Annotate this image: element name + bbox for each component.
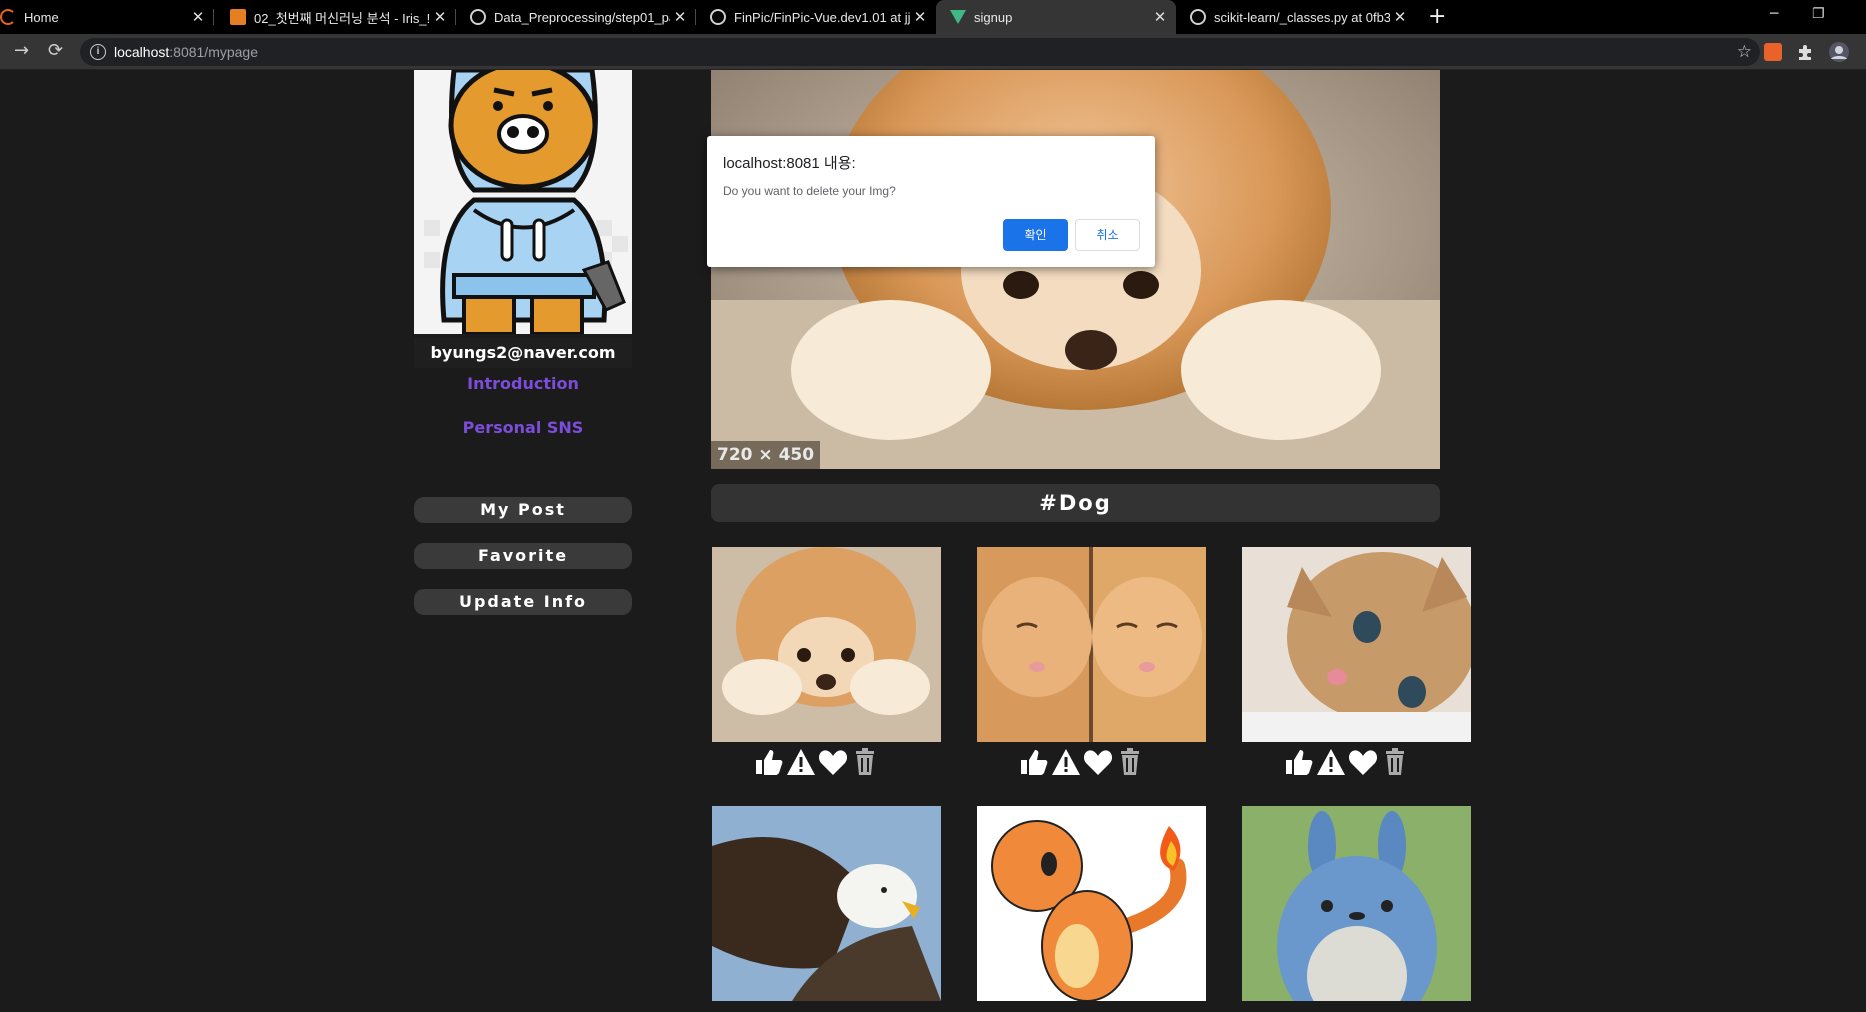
- mypage: byungs2@naver.com Introduction Personal …: [0, 70, 1866, 1012]
- category-tag: #Dog: [711, 484, 1440, 522]
- new-tab-button[interactable]: +: [1428, 4, 1446, 29]
- bookmark-star-icon[interactable]: ☆: [1737, 42, 1752, 62]
- tab-home[interactable]: Home ✕: [0, 0, 214, 34]
- confirm-dialog: localhost:8081 내용: Do you want to delete…: [707, 136, 1155, 267]
- dialog-cancel-button[interactable]: 취소: [1075, 219, 1140, 251]
- vue-icon: [950, 10, 966, 24]
- book-icon: [230, 9, 246, 25]
- tab-bar: Home ✕ 02_첫번째 머신러닝 분석 - Iris_! ✕ Data_Pr…: [0, 0, 1866, 34]
- profile-avatar-icon[interactable]: [1828, 41, 1850, 63]
- tab-title: FinPic/FinPic-Vue.dev1.01 at jj: [734, 9, 910, 25]
- profile-sidebar: byungs2@naver.com Introduction Personal …: [414, 70, 632, 615]
- thumbs-up-icon[interactable]: [1284, 748, 1314, 776]
- url-input[interactable]: i localhost:8081/mypage ☆: [80, 38, 1760, 66]
- heart-icon[interactable]: [818, 748, 848, 776]
- tab-close-icon[interactable]: ✕: [1390, 8, 1410, 26]
- trash-icon[interactable]: [850, 748, 880, 776]
- trash-icon[interactable]: [1115, 748, 1145, 776]
- puzzle-icon[interactable]: [1796, 43, 1814, 61]
- tab-finpic[interactable]: FinPic/FinPic-Vue.dev1.01 at jj ✕: [696, 0, 936, 34]
- my-post-button[interactable]: My Post: [414, 497, 632, 523]
- address-bar-row: → ⟳ i localhost:8081/mypage ☆: [0, 34, 1866, 70]
- post-actions: [1019, 747, 1145, 777]
- favorite-button[interactable]: Favorite: [414, 543, 632, 569]
- tab-close-icon[interactable]: ✕: [670, 8, 690, 26]
- heart-icon[interactable]: [1348, 748, 1378, 776]
- warning-icon[interactable]: [1316, 748, 1346, 776]
- introduction-link[interactable]: Introduction: [414, 372, 632, 396]
- pomeranian-photo: [711, 70, 1440, 469]
- thumbnail-charmander[interactable]: [977, 806, 1206, 1001]
- ryan-character-image: [414, 70, 632, 334]
- thumbnail-eagle[interactable]: [712, 806, 941, 1001]
- tab-signup[interactable]: signup ✕: [936, 0, 1176, 34]
- thumbnail-cats-pair[interactable]: [977, 547, 1206, 742]
- image-dimension-badge: 720 × 450: [711, 441, 821, 469]
- extension-icon[interactable]: [1764, 43, 1782, 61]
- dialog-ok-button[interactable]: 확인: [1003, 219, 1068, 251]
- github-icon: [470, 9, 486, 25]
- warning-icon[interactable]: [1051, 748, 1081, 776]
- tab-close-icon[interactable]: ✕: [188, 8, 208, 26]
- minimize-button[interactable]: ─: [1770, 6, 1778, 22]
- personal-sns-link[interactable]: Personal SNS: [414, 416, 632, 440]
- thumbs-up-icon[interactable]: [754, 748, 784, 776]
- tab-title: signup: [974, 9, 1013, 25]
- thumbs-up-icon[interactable]: [1019, 748, 1049, 776]
- dialog-title: localhost:8081 내용:: [723, 155, 856, 172]
- thumbnail-pomeranian[interactable]: [712, 547, 941, 742]
- tab-title: Home: [24, 9, 59, 25]
- tab-iris-ml[interactable]: 02_첫번째 머신러닝 분석 - Iris_! ✕: [216, 0, 456, 34]
- info-icon[interactable]: i: [90, 44, 106, 60]
- url-host: localhost: [114, 44, 170, 60]
- tab-title: Data_Preprocessing/step01_pan: [494, 9, 670, 25]
- tab-close-icon[interactable]: ✕: [910, 8, 930, 26]
- tab-close-icon[interactable]: ✕: [430, 8, 450, 26]
- tab-scikit-learn[interactable]: scikit-learn/_classes.py at 0fb30 ✕: [1176, 0, 1416, 34]
- post-actions: [754, 747, 880, 777]
- forward-arrow-icon[interactable]: →: [14, 42, 29, 60]
- url-path: :8081/mypage: [169, 44, 258, 60]
- heart-icon[interactable]: [1083, 748, 1113, 776]
- dialog-message: Do you want to delete your Img?: [723, 184, 896, 198]
- tab-close-icon[interactable]: ✕: [1150, 8, 1170, 26]
- profile-avatar: [414, 70, 632, 334]
- tab-title: 02_첫번째 머신러닝 분석 - Iris_!: [254, 10, 430, 26]
- update-info-button[interactable]: Update Info: [414, 589, 632, 615]
- reload-icon[interactable]: ⟳: [48, 42, 63, 60]
- github-icon: [710, 9, 726, 25]
- github-icon: [1190, 9, 1206, 25]
- thumbnail-kitten[interactable]: [1242, 547, 1471, 742]
- tab-title: scikit-learn/_classes.py at 0fb30: [1214, 9, 1390, 25]
- trash-icon[interactable]: [1380, 748, 1410, 776]
- profile-email: byungs2@naver.com: [414, 338, 632, 368]
- warning-icon[interactable]: [786, 748, 816, 776]
- selected-image: 720 × 450: [711, 70, 1440, 469]
- restore-button[interactable]: ❐: [1812, 6, 1825, 22]
- post-actions: [1284, 747, 1410, 777]
- tab-data-preprocessing[interactable]: Data_Preprocessing/step01_pan ✕: [456, 0, 696, 34]
- thumbnail-totoro-plush[interactable]: [1242, 806, 1471, 1001]
- home-icon: [0, 9, 16, 25]
